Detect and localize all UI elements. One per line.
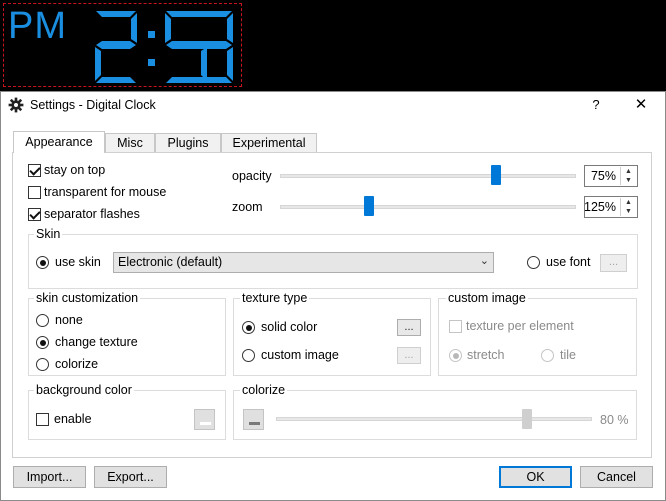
tab-plugins[interactable]: Plugins <box>155 133 221 152</box>
stretch-label[interactable]: stretch <box>467 348 505 363</box>
background-color-button[interactable] <box>194 409 215 430</box>
use-skin-label[interactable]: use skin <box>55 255 101 270</box>
spin-up-icon[interactable]: ▲ <box>621 198 636 207</box>
opacity-spinbox[interactable]: 75% ▲ ▼ <box>584 165 638 187</box>
transparent-for-mouse-checkbox[interactable] <box>28 186 41 199</box>
background-enable-label[interactable]: enable <box>54 412 92 427</box>
colorize-title: colorize <box>240 383 288 397</box>
use-font-label[interactable]: use font <box>546 255 590 270</box>
colorize-group <box>233 390 637 440</box>
ok-button[interactable]: OK <box>499 466 572 488</box>
clock-last-digit <box>192 11 233 83</box>
zoom-slider-thumb[interactable] <box>364 196 374 216</box>
stretch-radio[interactable] <box>449 349 462 362</box>
customization-change-texture-radio[interactable] <box>36 336 49 349</box>
colorize-slider-thumb[interactable] <box>522 409 532 429</box>
colorize-slider-track[interactable] <box>276 417 592 421</box>
solid-color-label[interactable]: solid color <box>261 320 317 335</box>
customization-none-label[interactable]: none <box>55 313 83 328</box>
opacity-slider-track[interactable] <box>280 174 576 178</box>
separator-flashes-label[interactable]: separator flashes <box>44 207 140 222</box>
background-enable-checkbox[interactable] <box>36 413 49 426</box>
font-choose-button[interactable]: ... <box>600 254 627 272</box>
tab-experimental[interactable]: Experimental <box>221 133 317 152</box>
texture-type-title: texture type <box>240 291 310 305</box>
window-title: Settings - Digital Clock <box>30 98 156 112</box>
background-color-title: background color <box>34 383 134 397</box>
customization-colorize-label[interactable]: colorize <box>55 357 98 372</box>
colorize-value: 80 % <box>600 413 629 427</box>
tile-radio[interactable] <box>541 349 554 362</box>
custom-image-label[interactable]: custom image <box>261 348 339 363</box>
tile-label[interactable]: tile <box>560 348 576 363</box>
skin-customization-title: skin customization <box>34 291 141 305</box>
zoom-spinbox[interactable]: 125% ▲ ▼ <box>584 196 638 218</box>
skin-select[interactable]: Electronic (default) ⌄ <box>113 252 494 273</box>
texture-per-element-label[interactable]: texture per element <box>466 319 574 334</box>
spin-down-icon[interactable]: ▼ <box>621 207 636 216</box>
zoom-spin-arrows[interactable]: ▲ ▼ <box>620 198 636 216</box>
opacity-slider-thumb[interactable] <box>491 165 501 185</box>
spin-down-icon[interactable]: ▼ <box>621 176 636 185</box>
stay-on-top-checkbox[interactable] <box>28 164 41 177</box>
opacity-value: 75% <box>590 169 616 183</box>
custom-image-group <box>438 298 637 376</box>
import-button[interactable]: Import... <box>13 466 86 488</box>
customization-none-radio[interactable] <box>36 314 49 327</box>
texture-per-element-checkbox[interactable] <box>449 320 462 333</box>
help-button[interactable]: ? <box>586 96 606 114</box>
use-font-radio[interactable] <box>527 256 540 269</box>
custom-image-radio[interactable] <box>242 349 255 362</box>
separator-flashes-checkbox[interactable] <box>28 208 41 221</box>
opacity-spin-arrows[interactable]: ▲ ▼ <box>620 167 636 185</box>
customization-colorize-radio[interactable] <box>36 358 49 371</box>
opacity-label: opacity <box>232 169 272 183</box>
spin-up-icon[interactable]: ▲ <box>621 167 636 176</box>
custom-image-choose-button[interactable]: ... <box>397 347 421 364</box>
cancel-button[interactable]: Cancel <box>580 466 653 488</box>
zoom-slider-track[interactable] <box>280 205 576 209</box>
transparent-for-mouse-label[interactable]: transparent for mouse <box>44 185 166 200</box>
chevron-down-icon: ⌄ <box>479 255 489 267</box>
stay-on-top-label[interactable]: stay on top <box>44 163 105 178</box>
custom-image-title: custom image <box>446 291 528 305</box>
export-button[interactable]: Export... <box>94 466 167 488</box>
solid-color-radio[interactable] <box>242 321 255 334</box>
clock-ampm: PM <box>8 5 67 47</box>
skin-select-value: Electronic (default) <box>118 255 223 269</box>
solid-color-choose-button[interactable]: ... <box>397 319 421 336</box>
use-skin-radio[interactable] <box>36 256 49 269</box>
gear-icon <box>8 97 24 113</box>
tab-misc[interactable]: Misc <box>105 133 155 152</box>
tab-appearance[interactable]: Appearance <box>13 131 105 153</box>
zoom-label: zoom <box>232 200 263 214</box>
texture-type-group <box>233 298 431 376</box>
customization-change-texture-label[interactable]: change texture <box>55 335 138 350</box>
skin-group-title: Skin <box>34 227 63 241</box>
colorize-color-button[interactable] <box>243 409 264 430</box>
close-button[interactable]: ✕ <box>628 94 654 116</box>
zoom-value: 125% <box>584 200 616 214</box>
